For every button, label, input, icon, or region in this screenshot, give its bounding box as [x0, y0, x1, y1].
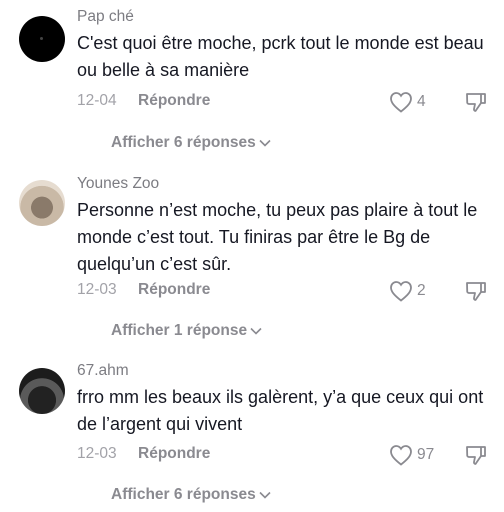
view-replies-label: Afficher 6 réponses — [111, 134, 256, 151]
comment-date: 12-03 — [77, 281, 117, 298]
view-replies-button[interactable]: Afficher 1 réponse — [111, 322, 262, 340]
comment-text: Personne n’est moche, tu peux pas plaire… — [77, 200, 478, 274]
comment-text: frro mm les beaux ils galèrent, y’a que … — [77, 387, 484, 434]
comment-username[interactable]: Pap ché — [77, 8, 134, 26]
comment-date: 12-04 — [77, 92, 117, 109]
heart-outline-icon[interactable] — [389, 91, 413, 113]
comment-username[interactable]: 67.ahm — [77, 362, 129, 380]
chevron-down-icon — [259, 139, 271, 147]
comment-username[interactable]: Younes Zoo — [77, 175, 159, 193]
comment-text: C'est quoi être moche, pcrk tout le mond… — [77, 33, 484, 80]
comment-date: 12-03 — [77, 445, 117, 462]
chevron-down-icon — [259, 491, 271, 499]
avatar[interactable] — [19, 368, 65, 414]
like-count: 2 — [417, 282, 426, 299]
thumbs-down-icon[interactable] — [464, 90, 488, 114]
heart-outline-icon[interactable] — [389, 444, 413, 466]
avatar[interactable] — [19, 180, 65, 226]
like-count: 4 — [417, 93, 426, 110]
reply-button[interactable]: Répondre — [138, 281, 210, 299]
view-replies-label: Afficher 6 réponses — [111, 486, 256, 503]
thumbs-down-icon[interactable] — [464, 443, 488, 467]
like-count: 97 — [417, 446, 435, 463]
chevron-down-icon — [250, 327, 262, 335]
view-replies-label: Afficher 1 réponse — [111, 322, 248, 339]
avatar[interactable] — [19, 16, 65, 62]
view-replies-button[interactable]: Afficher 6 réponses — [111, 134, 271, 152]
reply-button[interactable]: Répondre — [138, 445, 210, 463]
view-replies-button[interactable]: Afficher 6 réponses — [111, 486, 271, 504]
thumbs-down-icon[interactable] — [464, 279, 488, 303]
heart-outline-icon[interactable] — [389, 280, 413, 302]
reply-button[interactable]: Répondre — [138, 92, 210, 110]
